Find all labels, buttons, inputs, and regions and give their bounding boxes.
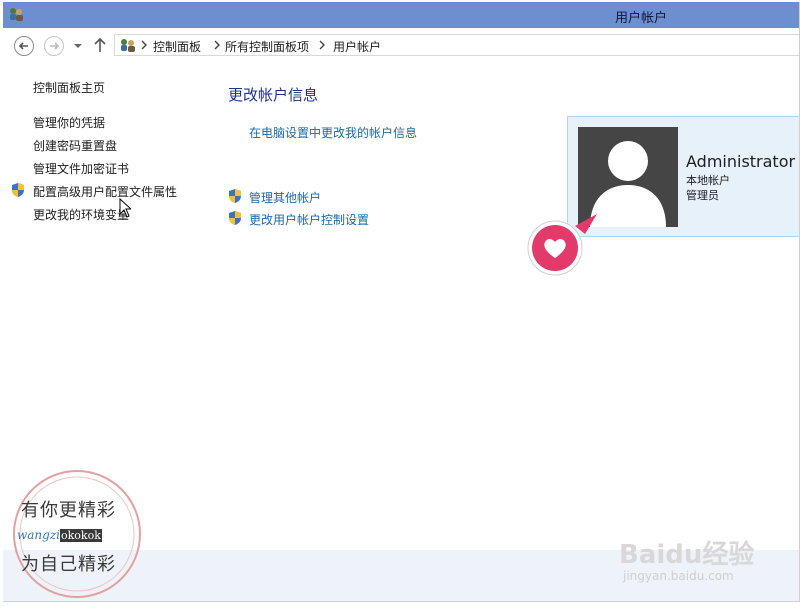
watermark-stamp: 有你更精彩 wangziokokok 为自己精彩 <box>7 468 147 600</box>
heart-marker-icon <box>527 214 597 276</box>
user-accounts-icon <box>10 8 23 21</box>
link-manage-other-accounts[interactable]: 管理其他帐户 <box>249 189 321 206</box>
chevron-right-icon[interactable] <box>213 40 221 50</box>
watermark-line-2: wangziokokok <box>17 528 102 542</box>
recent-pages-dropdown-icon[interactable] <box>73 41 83 51</box>
window: 用户帐户 控制面板 所有控制面板项 用户帐户 控制面板主页 管理你的凭据 创建密… <box>3 2 800 602</box>
chevron-right-icon[interactable] <box>140 40 148 50</box>
account-role: 管理员 <box>686 189 719 202</box>
back-button[interactable] <box>14 36 34 56</box>
nav-manage-encryption-certs[interactable]: 管理文件加密证书 <box>33 160 129 177</box>
baidu-watermark-url: jingyan.baidu.com <box>623 569 734 583</box>
forward-button[interactable] <box>44 36 64 56</box>
up-arrow-icon[interactable] <box>93 37 107 53</box>
arrow-left-icon <box>18 42 28 50</box>
nav-change-env-variables[interactable]: 更改我的环境变量 <box>33 206 129 223</box>
title-bar: 用户帐户 <box>3 2 799 28</box>
uac-shield-icon <box>229 189 241 203</box>
link-change-uac-settings[interactable]: 更改用户帐户控制设置 <box>249 211 369 228</box>
watermark-line-1: 有你更精彩 <box>21 500 116 521</box>
address-bar[interactable]: 控制面板 所有控制面板项 用户帐户 <box>114 34 799 56</box>
link-change-account-in-pc-settings[interactable]: 在电脑设置中更改我的帐户信息 <box>249 124 417 141</box>
nav-advanced-profile-properties[interactable]: 配置高级用户配置文件属性 <box>33 183 177 200</box>
account-name: Administrator <box>686 152 796 171</box>
control-panel-icon <box>121 39 135 52</box>
account-type: 本地帐户 <box>686 174 730 187</box>
navigation-bar: 控制面板 所有控制面板项 用户帐户 <box>3 28 799 62</box>
arrow-right-icon <box>50 42 60 50</box>
watermark-line-3: 为自己精彩 <box>21 554 116 575</box>
baidu-watermark: Baidu经验 <box>619 540 755 570</box>
page-title: 更改帐户信息 <box>228 86 319 104</box>
uac-shield-icon <box>229 211 241 225</box>
nav-control-panel-home[interactable]: 控制面板主页 <box>33 79 105 96</box>
nav-create-reset-disk[interactable]: 创建密码重置盘 <box>33 137 117 154</box>
nav-manage-credentials[interactable]: 管理你的凭据 <box>33 114 105 131</box>
breadcrumb-control-panel[interactable]: 控制面板 <box>153 38 201 55</box>
breadcrumb-all-items[interactable]: 所有控制面板项 <box>225 38 309 55</box>
mouse-cursor-icon <box>119 198 131 218</box>
uac-shield-icon <box>12 183 24 197</box>
chevron-right-icon[interactable] <box>318 40 326 50</box>
breadcrumb-user-accounts[interactable]: 用户帐户 <box>333 38 381 55</box>
window-title: 用户帐户 <box>615 11 668 26</box>
